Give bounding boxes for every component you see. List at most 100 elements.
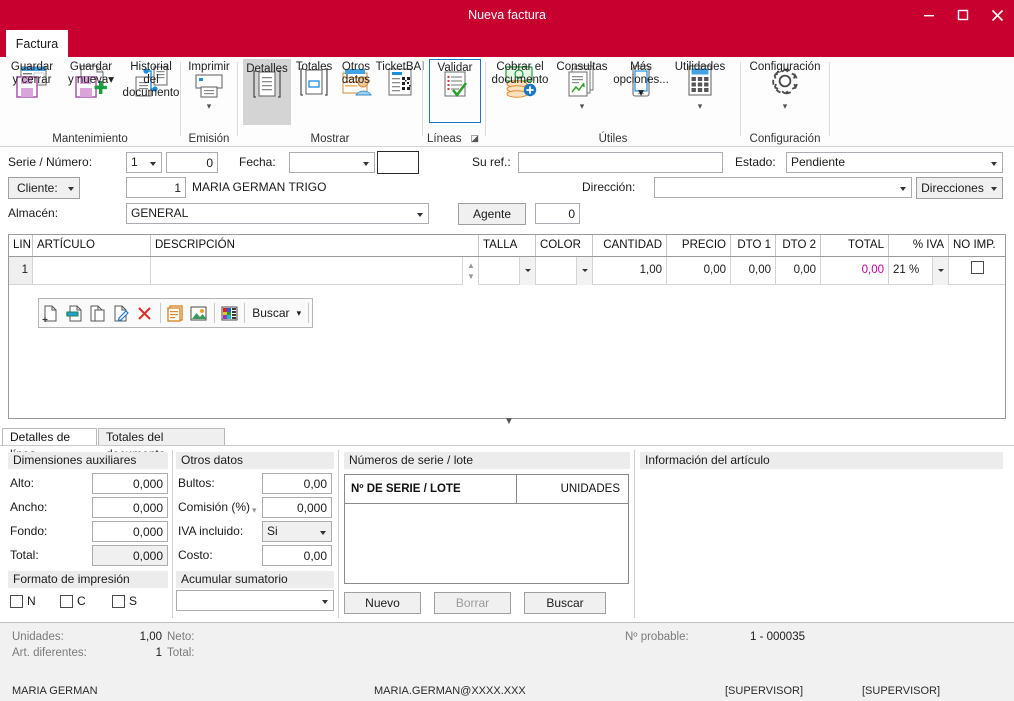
cell-cantidad[interactable]: 1,00: [593, 257, 667, 285]
collapse-panel-icon[interactable]: ▼: [498, 415, 520, 427]
ancho-input[interactable]: [92, 497, 168, 518]
buscar-dropdown-button[interactable]: Buscar ▾: [248, 300, 305, 326]
cell-talla[interactable]: [479, 257, 520, 285]
ribbon-button-configuracion[interactable]: Configuración ▾: [745, 59, 825, 112]
ribbon-label-text: Más opciones...: [613, 61, 669, 86]
table-row[interactable]: 1 ▲ ▼ 1,00 0,00 0,00 0,00 0,00 21 %: [9, 257, 1005, 285]
ribbon-button-consultas[interactable]: Consultas ▾: [553, 59, 611, 112]
ribbon-button-totales[interactable]: Totales: [293, 59, 335, 101]
footer-role-2: [SUPERVISOR]: [862, 685, 941, 697]
cell-color[interactable]: [536, 257, 577, 285]
costo-input[interactable]: [262, 545, 332, 566]
cell-dto1[interactable]: 0,00: [731, 257, 776, 285]
ribbon-button-mas-opciones[interactable]: Más opciones... ▾: [613, 59, 669, 101]
image-icon[interactable]: [187, 300, 211, 326]
serie-select[interactable]: 1: [126, 152, 162, 173]
footer-role-1: [SUPERVISOR]: [725, 685, 804, 697]
cliente-button[interactable]: Cliente:: [8, 177, 80, 199]
close-icon[interactable]: [980, 0, 1014, 30]
agente-button[interactable]: Agente: [458, 203, 526, 225]
fondo-input[interactable]: [92, 521, 168, 542]
ribbon-button-ticketbai[interactable]: TicketBAI: [376, 59, 424, 101]
colors-icon[interactable]: [218, 300, 242, 326]
cell-descripcion[interactable]: [151, 257, 463, 285]
ribbon-button-cobrar-el-documento[interactable]: Cobrar el documento: [489, 59, 551, 101]
iva-dropdown-icon[interactable]: [933, 257, 949, 285]
agente-input[interactable]: [535, 203, 580, 224]
cell-precio[interactable]: 0,00: [667, 257, 731, 285]
ribbon-button-otros-datos[interactable]: Otros datos: [336, 59, 376, 101]
new-document-icon[interactable]: [39, 300, 63, 326]
chevron-down-icon[interactable]: ▾: [207, 101, 212, 112]
ribbon-label: Totales: [295, 61, 333, 73]
almacen-label: Almacén:: [8, 206, 59, 220]
notes-icon[interactable]: [164, 300, 188, 326]
insert-document-icon[interactable]: [63, 300, 87, 326]
cliente-code-input[interactable]: [126, 177, 186, 198]
direccion-select[interactable]: [654, 177, 912, 198]
su-ref-input[interactable]: [518, 152, 723, 173]
serial-col-unidades: UNIDADES: [560, 483, 620, 495]
cell-iva[interactable]: 21 %: [889, 257, 933, 285]
checkbox-c-box[interactable]: [60, 594, 73, 608]
numero-input[interactable]: [166, 152, 218, 173]
footer-email: MARIA.GERMAN@XXXX.XXX: [374, 685, 526, 697]
chevron-down-icon[interactable]: ▾: [783, 101, 788, 112]
color-dropdown-icon[interactable]: [577, 257, 593, 285]
status-bar: Unidades: 1,00 Neto: Art. diferentes: 1 …: [0, 622, 1014, 701]
ribbon-button-historial-del-documento[interactable]: Historial del documento: [122, 59, 180, 101]
alto-input[interactable]: [92, 473, 168, 494]
chevron-down-icon[interactable]: ▾: [698, 101, 703, 112]
iva-incluido-select[interactable]: Si: [262, 521, 332, 542]
cell-dto2[interactable]: 0,00: [776, 257, 821, 285]
chevron-down-icon[interactable]: ▾: [580, 101, 585, 112]
cell-articulo[interactable]: [33, 257, 151, 285]
tab-detalles-de-linea[interactable]: Detalles de línea: [2, 428, 97, 461]
grid-header-dto1: DTO 1: [731, 235, 776, 256]
formato-checkbox-n[interactable]: N: [10, 594, 36, 608]
minimize-icon[interactable]: [912, 0, 946, 30]
comision-dropdown-icon[interactable]: ▾: [252, 505, 257, 516]
chevron-down-icon[interactable]: ▾: [638, 87, 644, 100]
comision-input[interactable]: [262, 497, 332, 518]
ribbon-button-guardar-y-nueva[interactable]: Guardar y nueva ▾: [62, 59, 120, 101]
ribbon-button-utilidades[interactable]: Utilidades ▾: [670, 59, 730, 112]
tab-factura[interactable]: Factura: [6, 30, 68, 57]
edit-document-icon[interactable]: [110, 300, 134, 326]
bultos-label: Bultos:: [178, 476, 215, 490]
formato-checkbox-s[interactable]: S: [112, 594, 137, 608]
checkbox-s-box[interactable]: [112, 594, 125, 608]
formato-checkbox-c[interactable]: C: [60, 594, 86, 608]
serial-nuevo-button[interactable]: Nuevo: [344, 592, 421, 614]
serial-buscar-button[interactable]: Buscar: [524, 592, 606, 614]
ribbon-button-validar[interactable]: Validar: [429, 59, 481, 123]
maximize-icon[interactable]: [946, 0, 980, 30]
ribbon-tab-strip: Factura: [0, 30, 1014, 57]
delete-document-icon[interactable]: [133, 300, 157, 326]
ribbon-button-guardar-y-cerrar[interactable]: Guardar y cerrar: [4, 59, 60, 101]
acumular-select[interactable]: [176, 590, 334, 611]
copy-document-icon[interactable]: [86, 300, 110, 326]
grid-header-descripcion: DESCRIPCIÓN: [151, 235, 479, 256]
unidades-label: Unidades:: [12, 631, 64, 643]
no-imp-checkbox[interactable]: [970, 261, 984, 274]
grid-header-no-imp: NO IMP.: [953, 239, 996, 251]
invoice-header-form: Serie / Número: 1 Fecha: Su ref.: Estado…: [0, 148, 1014, 232]
fecha-select[interactable]: [289, 152, 375, 173]
almacen-select[interactable]: GENERAL: [126, 203, 429, 224]
tab-totales-del-documento[interactable]: Totales del documento: [98, 428, 225, 461]
checkbox-n-box[interactable]: [10, 594, 23, 608]
direcciones-button[interactable]: Direcciones: [916, 177, 1003, 199]
talla-dropdown-icon[interactable]: [520, 257, 536, 285]
n-probable-label: Nº probable:: [625, 631, 689, 643]
dialog-launcher-icon[interactable]: ◪: [470, 133, 479, 144]
neto-label: Neto:: [167, 631, 195, 643]
estado-select[interactable]: Pendiente: [786, 152, 1003, 173]
ribbon-label: Cobrar el documento: [491, 61, 549, 86]
descripcion-spinner[interactable]: ▲ ▼: [463, 257, 479, 285]
fecha-extra-input[interactable]: [377, 151, 419, 174]
bultos-input[interactable]: [262, 473, 332, 494]
ribbon-button-detalles[interactable]: Detalles: [243, 59, 291, 125]
chevron-down-icon[interactable]: ▾: [108, 74, 114, 87]
ribbon-button-imprimir[interactable]: Imprimir ▾: [181, 59, 237, 112]
